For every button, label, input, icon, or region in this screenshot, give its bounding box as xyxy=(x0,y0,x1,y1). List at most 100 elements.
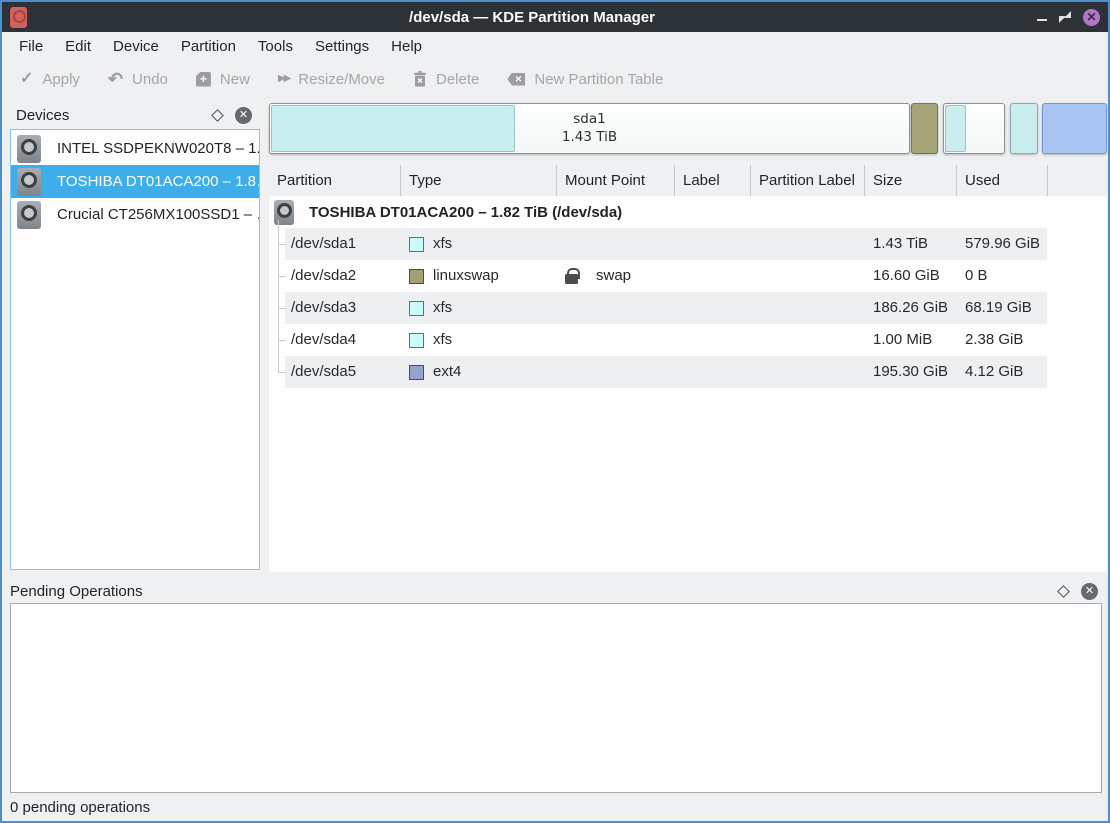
undo-arrow-icon: ↶ xyxy=(108,70,123,88)
new-button[interactable]: + New xyxy=(196,71,250,88)
type-cell: xfs xyxy=(433,324,452,356)
used-space-fill xyxy=(945,105,966,152)
column-header-used[interactable]: Used xyxy=(957,165,1048,196)
partition-segment-label: sda1 1.43 TiB xyxy=(270,104,909,153)
partition-label-cell xyxy=(751,356,865,388)
maximize-icon[interactable] xyxy=(1059,11,1071,23)
column-header-size[interactable]: Size xyxy=(865,165,957,196)
close-panel-icon[interactable]: ✕ xyxy=(235,107,252,124)
partition-cell: /dev/sda5 xyxy=(269,356,401,388)
used-cell: 2.38 GiB xyxy=(957,324,1048,356)
table-row-sda3[interactable]: /dev/sda3 xfs 186.26 GiB 68.19 GiB xyxy=(269,292,1107,324)
column-header-mount-point[interactable]: Mount Point xyxy=(557,165,675,196)
device-group-row[interactable]: TOSHIBA DT01ACA200 – 1.82 TiB (/dev/sda) xyxy=(269,196,1107,228)
column-header-partition[interactable]: Partition xyxy=(269,165,401,196)
new-partition-table-icon: ✕ xyxy=(507,73,525,86)
filesystem-color-swatch xyxy=(409,301,424,316)
undo-button[interactable]: ↶ Undo xyxy=(108,70,168,88)
menu-edit[interactable]: Edit xyxy=(54,34,102,59)
mount-point-cell: swap xyxy=(557,260,675,292)
partition-bar: sda1 1.43 TiB xyxy=(269,101,1107,157)
new-partition-table-button[interactable]: ✕ New Partition Table xyxy=(507,71,663,88)
mount-point-cell xyxy=(557,228,675,260)
used-cell: 68.19 GiB xyxy=(957,292,1048,324)
partition-segment-sda5[interactable] xyxy=(1042,103,1107,154)
resize-move-icon: ▶▶ xyxy=(278,74,289,84)
filesystem-color-swatch xyxy=(409,269,424,284)
table-row-sda4[interactable]: /dev/sda4 xfs 1.00 MiB 2.38 GiB xyxy=(269,324,1107,356)
menu-tools[interactable]: Tools xyxy=(247,34,304,59)
partition-cell: /dev/sda4 xyxy=(269,324,401,356)
mount-point-cell xyxy=(557,292,675,324)
device-group-label: TOSHIBA DT01ACA200 – 1.82 TiB (/dev/sda) xyxy=(309,204,622,221)
menu-file[interactable]: File xyxy=(8,34,54,59)
column-header-partition-label[interactable]: Partition Label xyxy=(751,165,865,196)
partition-label-cell xyxy=(751,260,865,292)
label-cell xyxy=(675,356,751,388)
partition-segment-sda4[interactable] xyxy=(1010,103,1038,154)
delete-trash-icon xyxy=(413,71,427,87)
table-row-sda1[interactable]: /dev/sda1 xfs 1.43 TiB 579.96 GiB xyxy=(269,228,1107,260)
partition-cell: /dev/sda2 xyxy=(269,260,401,292)
app-icon xyxy=(10,7,27,28)
toolbar: ✓ Apply ↶ Undo + New ▶▶ Resize/Move Dele… xyxy=(2,60,1108,98)
type-cell: ext4 xyxy=(433,356,461,388)
partition-segment-sda2[interactable] xyxy=(911,103,938,154)
window-title: /dev/sda — KDE Partition Manager xyxy=(27,9,1037,26)
delete-button[interactable]: Delete xyxy=(413,71,479,88)
menu-partition[interactable]: Partition xyxy=(170,34,247,59)
menu-device[interactable]: Device xyxy=(102,34,170,59)
minimize-icon[interactable] xyxy=(1037,19,1047,21)
menu-settings[interactable]: Settings xyxy=(304,34,380,59)
pending-operations-list xyxy=(10,603,1102,793)
titlebar[interactable]: /dev/sda — KDE Partition Manager ✕ xyxy=(2,2,1108,32)
statusbar: 0 pending operations xyxy=(2,793,1108,821)
devices-panel-title: Devices xyxy=(16,107,200,124)
column-header-type[interactable]: Type xyxy=(401,165,557,196)
device-item-crucial[interactable]: Crucial CT256MX100SSD1 – … xyxy=(11,198,259,231)
size-cell: 1.43 TiB xyxy=(865,228,957,260)
new-partition-icon: + xyxy=(196,72,211,87)
float-panel-icon[interactable] xyxy=(211,109,224,122)
table-row-sda5[interactable]: /dev/sda5 ext4 195.30 GiB 4.12 GiB xyxy=(269,356,1107,388)
size-cell: 186.26 GiB xyxy=(865,292,957,324)
partition-cell: /dev/sda1 xyxy=(269,228,401,260)
label-cell xyxy=(675,324,751,356)
menubar: File Edit Device Partition Tools Setting… xyxy=(2,32,1108,60)
used-cell: 0 B xyxy=(957,260,1048,292)
kde-partition-manager-window: /dev/sda — KDE Partition Manager ✕ File … xyxy=(0,0,1110,823)
label-cell xyxy=(675,292,751,324)
size-cell: 16.60 GiB xyxy=(865,260,957,292)
pending-operations-header: Pending Operations ✕ xyxy=(2,580,1108,603)
device-item-toshiba[interactable]: TOSHIBA DT01ACA200 – 1.8… xyxy=(11,165,259,198)
size-cell: 1.00 MiB xyxy=(865,324,957,356)
pending-operations-count: 0 pending operations xyxy=(10,799,150,816)
partition-segment-sda3[interactable] xyxy=(943,103,1005,154)
close-panel-icon[interactable]: ✕ xyxy=(1081,583,1098,600)
close-icon[interactable]: ✕ xyxy=(1083,9,1100,26)
apply-check-icon: ✓ xyxy=(20,71,33,87)
menu-help[interactable]: Help xyxy=(380,34,433,59)
apply-button[interactable]: ✓ Apply xyxy=(20,71,80,88)
partition-label-cell xyxy=(751,292,865,324)
hard-disk-icon xyxy=(17,201,41,229)
mount-point-cell xyxy=(557,324,675,356)
resize-move-button[interactable]: ▶▶ Resize/Move xyxy=(278,71,385,88)
column-header-filler xyxy=(1048,165,1107,196)
pending-operations-title: Pending Operations xyxy=(10,583,1046,600)
used-cell: 4.12 GiB xyxy=(957,356,1048,388)
hard-disk-icon xyxy=(17,168,41,196)
float-panel-icon[interactable] xyxy=(1057,585,1070,598)
partition-segment-sda1[interactable]: sda1 1.43 TiB xyxy=(269,103,910,154)
type-cell: xfs xyxy=(433,292,452,324)
filesystem-color-swatch xyxy=(409,333,424,348)
partition-label-cell xyxy=(751,324,865,356)
label-cell xyxy=(675,260,751,292)
column-header-label[interactable]: Label xyxy=(675,165,751,196)
used-cell: 579.96 GiB xyxy=(957,228,1048,260)
table-row-sda2[interactable]: /dev/sda2 linuxswap swap 16.60 GiB 0 B xyxy=(269,260,1107,292)
device-item-intel[interactable]: INTEL SSDPEKNW020T8 – 1.… xyxy=(11,132,259,165)
lock-icon xyxy=(565,274,578,284)
hard-disk-icon xyxy=(17,135,41,163)
partition-label-cell xyxy=(751,228,865,260)
